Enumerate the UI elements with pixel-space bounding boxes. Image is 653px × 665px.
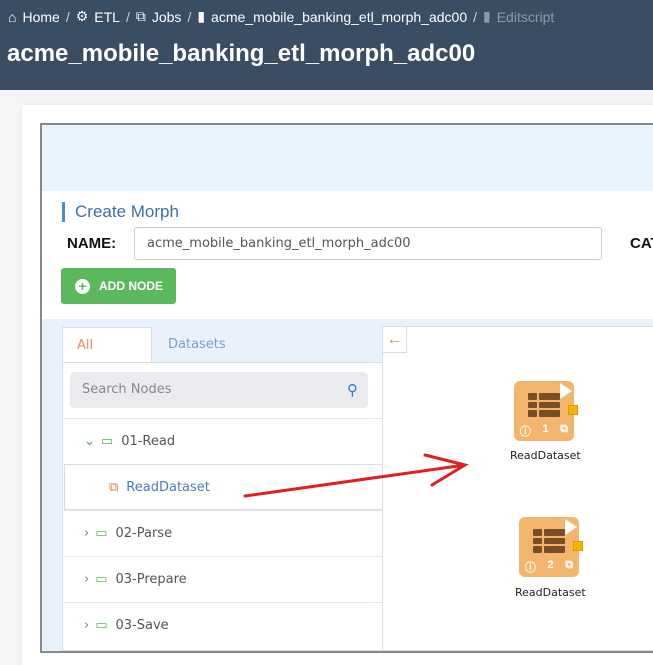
annotation-arrow	[243, 453, 469, 498]
